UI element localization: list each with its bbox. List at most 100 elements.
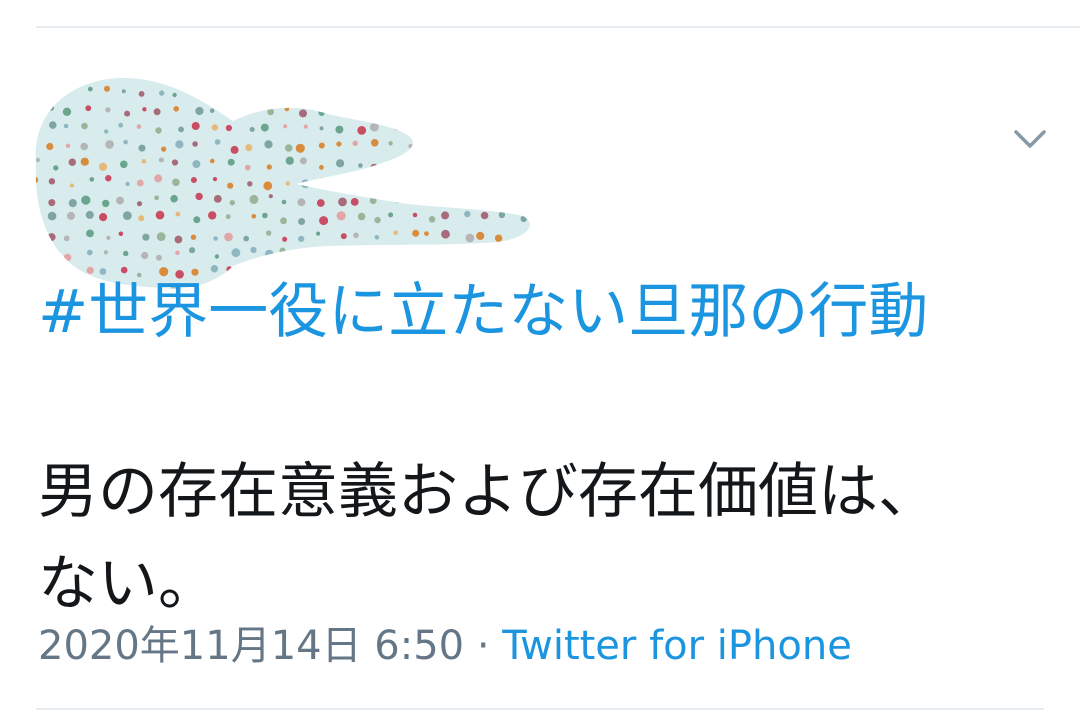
- redaction-dot: [351, 105, 358, 112]
- redaction-dot: [265, 249, 274, 259]
- redaction-dot: [503, 90, 508, 95]
- redaction-dot: [353, 232, 359, 239]
- redaction-dot: [35, 90, 39, 99]
- redaction-dot: [461, 143, 467, 149]
- redaction-dot: [353, 180, 363, 190]
- redaction-dot: [316, 231, 321, 236]
- redaction-dot: [192, 160, 201, 169]
- tweet-text: 男の存在意義および存在価値は、 ない。: [38, 446, 1038, 630]
- redaction-dot: [464, 210, 471, 218]
- tweet-text-line: 男の存在意義および存在価値は、: [38, 457, 938, 527]
- tweet-meta: 2020年11月14日 6:50 · Twitter for iPhone: [38, 618, 852, 674]
- redaction-dot: [319, 177, 325, 183]
- hashtag-link[interactable]: #世界一役に立たない旦那の行動: [38, 272, 928, 352]
- redaction-dot: [245, 144, 253, 152]
- redaction-dot: [407, 192, 415, 200]
- redaction-dot: [537, 122, 541, 126]
- redaction-dot: [80, 142, 88, 151]
- tweet-author-header: [0, 30, 1080, 289]
- redaction-dot: [103, 250, 109, 255]
- redaction-dot: [374, 235, 380, 240]
- redaction-dot: [161, 146, 167, 152]
- chevron-down-icon[interactable]: [1010, 122, 1050, 158]
- redaction-dot: [106, 235, 111, 240]
- redaction-dot: [267, 108, 274, 116]
- redaction-dot: [210, 158, 215, 164]
- redaction-dot: [480, 195, 485, 200]
- redaction-dot: [521, 236, 526, 241]
- redaction-dot: [262, 212, 268, 219]
- redaction-dot: [136, 179, 144, 187]
- redaction-dot: [63, 123, 69, 129]
- redaction-dot: [227, 158, 235, 166]
- redaction-dot: [318, 252, 325, 259]
- redaction-dot: [224, 232, 233, 242]
- redaction-dot: [260, 123, 269, 132]
- redaction-dot: [464, 193, 473, 203]
- redaction-dot: [193, 216, 201, 224]
- redaction-dot: [496, 198, 505, 207]
- redaction-dot: [447, 71, 451, 75]
- redaction-dot: [35, 124, 38, 130]
- redaction-dot: [494, 67, 502, 75]
- redaction-dot: [265, 265, 271, 271]
- redaction-dot: [63, 235, 70, 242]
- redaction-dot: [263, 181, 273, 191]
- redaction-dot: [35, 176, 39, 184]
- redaction-dot: [279, 70, 287, 78]
- redaction-dot: [392, 67, 398, 73]
- redaction-dot: [285, 181, 290, 186]
- redaction-dot: [391, 85, 400, 93]
- redaction-dot: [335, 178, 341, 184]
- redaction-dot: [483, 86, 490, 93]
- redaction-dot: [319, 165, 324, 170]
- redaction-scribble: [28, 67, 544, 289]
- redaction-dot: [118, 231, 124, 237]
- redaction-dot: [175, 140, 184, 149]
- redaction-dot: [334, 68, 342, 76]
- redaction-dot: [443, 121, 451, 129]
- redaction-dot: [142, 107, 147, 112]
- redaction-dot: [305, 70, 311, 76]
- redaction-dot: [533, 145, 541, 153]
- redaction-dot: [539, 181, 544, 186]
- redaction-dot: [85, 105, 92, 112]
- redaction-dot: [369, 87, 376, 95]
- redaction-dot: [394, 196, 400, 203]
- redaction-dot: [284, 106, 290, 112]
- redaction-dot: [372, 179, 378, 185]
- redaction-dot: [35, 266, 38, 272]
- redaction-dot: [352, 78, 361, 81]
- redaction-dot: [540, 198, 544, 202]
- redaction-dot: [30, 148, 34, 152]
- redaction-dot: [210, 87, 217, 95]
- redaction-dot: [32, 72, 37, 77]
- redaction-dot: [440, 106, 448, 114]
- redaction-dot: [191, 122, 200, 130]
- redaction-dot: [89, 177, 95, 182]
- redaction-dot: [212, 177, 218, 182]
- tweet-timestamp[interactable]: 2020年11月14日 6:50: [38, 623, 464, 669]
- redaction-dot: [283, 124, 288, 129]
- redaction-dot: [226, 78, 234, 81]
- redaction-dot: [370, 163, 378, 172]
- redaction-dot: [494, 234, 503, 242]
- redaction-dot: [47, 211, 57, 221]
- redaction-dot: [482, 159, 491, 169]
- redaction-dot: [534, 86, 538, 90]
- redaction-dot: [460, 91, 468, 99]
- redaction-dot: [536, 210, 544, 218]
- redaction-dot: [104, 68, 111, 75]
- redaction-dot: [63, 253, 72, 262]
- redaction-dot: [431, 90, 436, 95]
- redaction-dot: [520, 193, 527, 201]
- redaction-dot: [247, 181, 253, 187]
- redaction-dot: [336, 141, 342, 147]
- redaction-dot: [86, 67, 93, 74]
- redaction-dot: [502, 181, 508, 188]
- redaction-dot: [28, 247, 35, 256]
- tweet-source-link[interactable]: Twitter for iPhone: [502, 623, 852, 669]
- redaction-dot: [501, 251, 510, 260]
- redaction-dot: [427, 250, 433, 256]
- redaction-dot: [519, 162, 524, 167]
